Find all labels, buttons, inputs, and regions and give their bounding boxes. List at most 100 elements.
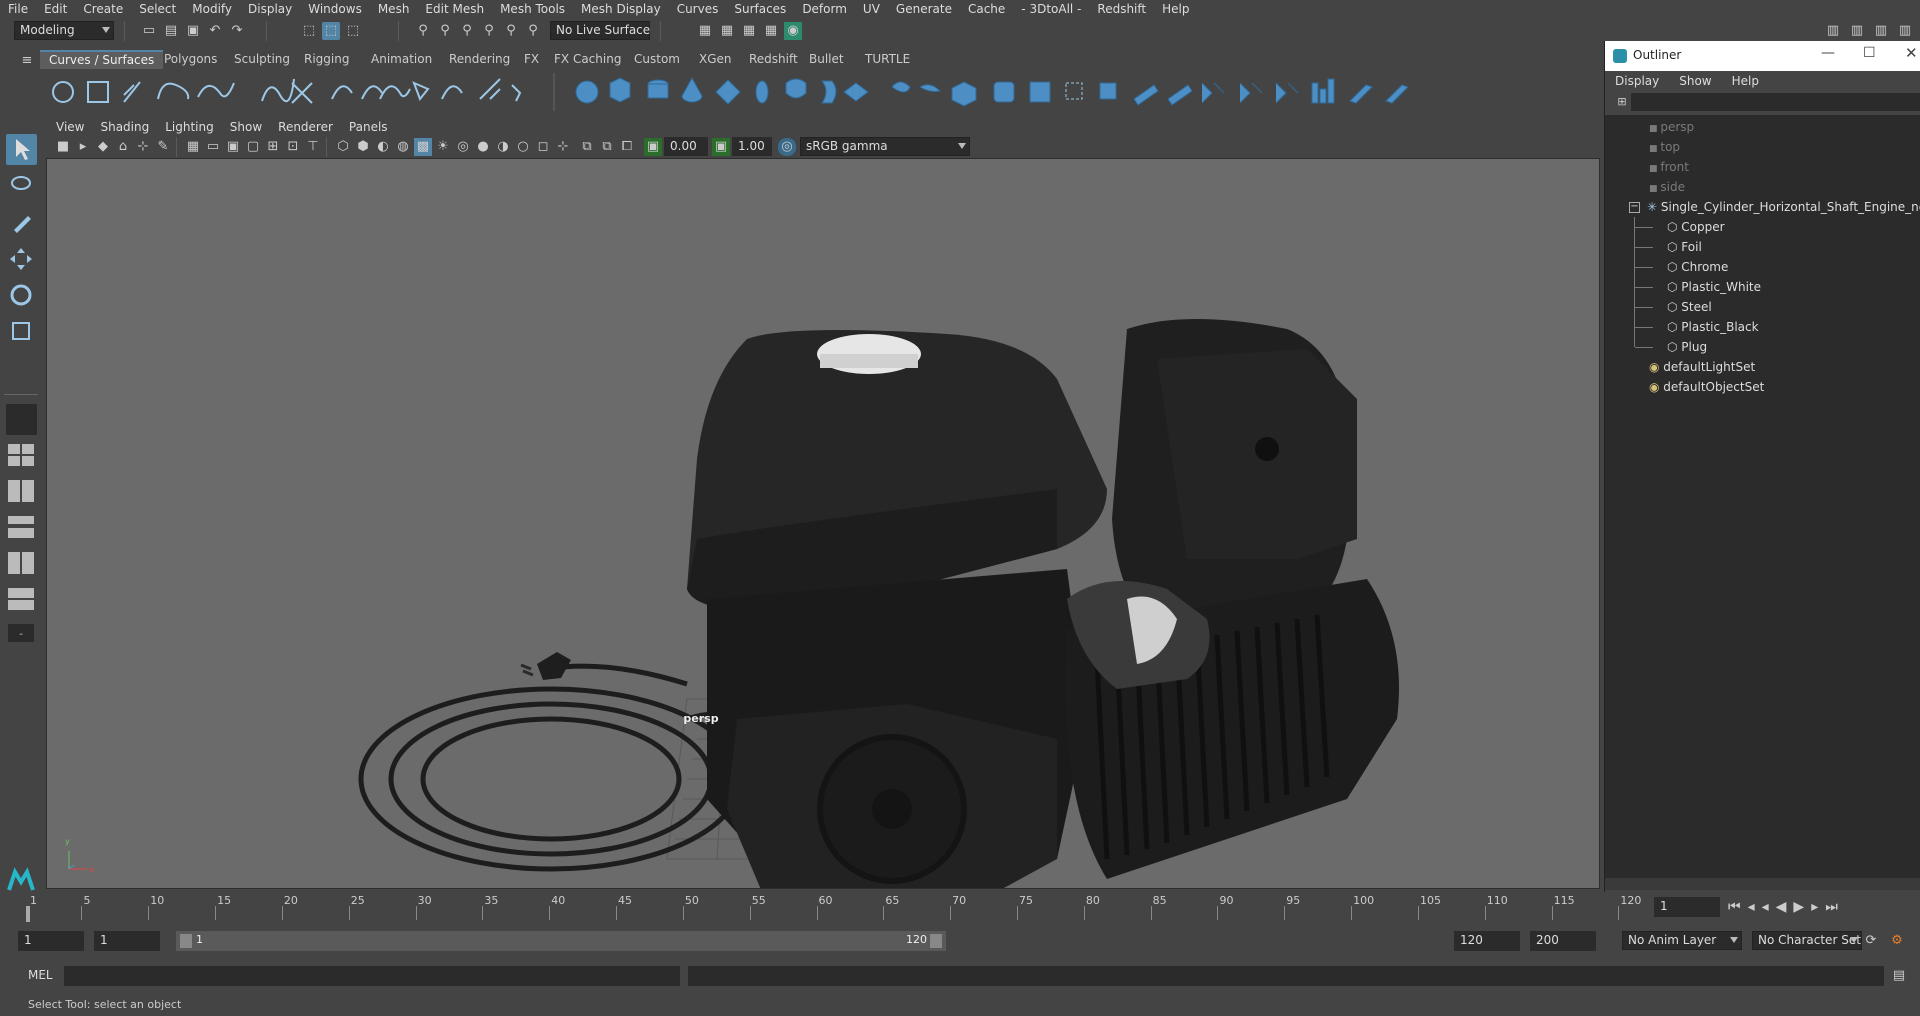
four-pane-layout[interactable]: [6, 440, 37, 471]
outliner-item-foil[interactable]: ⬡ Foil: [1667, 237, 1702, 257]
panel-menu-shading[interactable]: Shading: [92, 120, 157, 134]
xray-icon[interactable]: ◎: [454, 138, 472, 156]
ambient-occlusion-icon[interactable]: ●: [474, 138, 492, 156]
image-plane-icon[interactable]: ⌂: [114, 138, 132, 156]
scale-tool[interactable]: [6, 316, 37, 347]
outliner-menu-show[interactable]: Show: [1669, 74, 1721, 88]
live-surface-field[interactable]: No Live Surface: [550, 21, 650, 40]
gate-mask-icon[interactable]: ▢: [244, 138, 262, 156]
snap-projected-icon[interactable]: ⚲: [480, 22, 498, 40]
anim-layer-select[interactable]: No Anim Layer: [1622, 931, 1742, 950]
menu-mesh-display[interactable]: Mesh Display: [573, 2, 669, 16]
menu-create[interactable]: Create: [75, 2, 131, 16]
outliner-item-steel[interactable]: ⬡ Steel: [1667, 297, 1712, 317]
snap-view-plane-icon[interactable]: ⚲: [502, 22, 520, 40]
outliner-layout[interactable]: [6, 512, 37, 543]
menu-edit-mesh[interactable]: Edit Mesh: [417, 2, 492, 16]
motion-blur-icon[interactable]: ◑: [494, 138, 512, 156]
gamma-field[interactable]: 1.00: [732, 137, 772, 156]
range-slider-handle-end[interactable]: [930, 934, 942, 948]
wireframe-on-shaded-icon[interactable]: ◐: [374, 138, 392, 156]
layout-more-button[interactable]: -: [6, 618, 37, 649]
outliner-menu-help[interactable]: Help: [1722, 74, 1769, 88]
outliner-item-persp[interactable]: ■ persp: [1649, 117, 1694, 137]
safe-title-icon[interactable]: ⊤: [304, 138, 322, 156]
shelf-tab-turtle[interactable]: TURTLE: [856, 50, 919, 69]
character-set-select[interactable]: No Character Set: [1752, 931, 1862, 950]
menu-surfaces[interactable]: Surfaces: [726, 2, 794, 16]
outliner-item-root[interactable]: ✳ Single_Cylinder_Horizontal_Shaft_Engin…: [1647, 197, 1920, 217]
camera-select-icon[interactable]: ■: [54, 138, 72, 156]
menu-redshift[interactable]: Redshift: [1089, 2, 1154, 16]
select-component-icon[interactable]: ⬚: [344, 22, 362, 40]
auto-key-icon[interactable]: ⟳: [1862, 932, 1880, 950]
gamma-icon[interactable]: ▣: [712, 138, 730, 156]
panel-menu-renderer[interactable]: Renderer: [270, 120, 341, 134]
rotate-tool[interactable]: [6, 280, 37, 311]
two-pane-layout[interactable]: [6, 476, 37, 507]
move-tool[interactable]: [6, 244, 37, 275]
range-slider[interactable]: 1 120: [176, 931, 946, 951]
exposure-icon[interactable]: ▣: [644, 138, 662, 156]
shelf-tab-rendering[interactable]: Rendering: [440, 50, 519, 69]
playback-start-field[interactable]: 1: [94, 931, 160, 951]
2d-pan-zoom-icon[interactable]: ⊹: [134, 138, 152, 156]
safe-action-icon[interactable]: ⊡: [284, 138, 302, 156]
maximize-icon[interactable]: ☐: [1863, 45, 1876, 61]
outliner-item-defaultobjectset[interactable]: ◉ defaultObjectSet: [1649, 377, 1764, 397]
menu-display[interactable]: Display: [240, 2, 300, 16]
mode-selector[interactable]: Modeling: [14, 21, 114, 40]
shelf-tab-sculpting[interactable]: Sculpting: [225, 50, 299, 69]
outliner-item-plastic-black[interactable]: ⬡ Plastic_Black: [1667, 317, 1759, 337]
shelf-tab-animation[interactable]: Animation: [362, 50, 441, 69]
use-all-lights-icon[interactable]: ▩: [414, 138, 432, 156]
outliner-item-side[interactable]: ■ side: [1649, 177, 1685, 197]
menu-curves[interactable]: Curves: [669, 2, 727, 16]
lasso-tool[interactable]: [6, 170, 37, 201]
range-slider-handle-start[interactable]: [180, 934, 192, 948]
panel-menu-view[interactable]: View: [48, 120, 92, 134]
menu-edit[interactable]: Edit: [36, 2, 75, 16]
select-object-icon[interactable]: ⬚: [322, 22, 340, 40]
render-frame-icon[interactable]: ▦: [718, 22, 736, 40]
undo-icon[interactable]: ↶: [206, 22, 224, 40]
toggle-modeling-toolkit-icon[interactable]: ▥: [1848, 22, 1866, 40]
outliner-item-front[interactable]: ■ front: [1649, 157, 1689, 177]
menu-mesh[interactable]: Mesh: [370, 2, 418, 16]
ipr-render-icon[interactable]: ▦: [740, 22, 758, 40]
shadows-icon[interactable]: ☀: [434, 138, 452, 156]
outliner-horizontal-scrollbar[interactable]: [1605, 878, 1920, 890]
shelf-tab-custom[interactable]: Custom: [625, 50, 689, 69]
select-hierarchy-icon[interactable]: ⬚: [300, 22, 318, 40]
outliner-item-plug[interactable]: ⬡ Plug: [1667, 337, 1707, 357]
outliner-search-input[interactable]: [1631, 93, 1920, 111]
menu-select[interactable]: Select: [131, 2, 184, 16]
current-frame-field[interactable]: 1: [1654, 897, 1720, 917]
menu-generate[interactable]: Generate: [888, 2, 960, 16]
workspace-icon[interactable]: ▥: [1824, 22, 1842, 40]
select-tool[interactable]: [6, 134, 37, 165]
field-chart-icon[interactable]: ⊞: [264, 138, 282, 156]
shelf-tab-curves-surfaces[interactable]: Curves / Surfaces: [40, 50, 164, 69]
exposure-field[interactable]: 0.00: [664, 137, 708, 156]
paint-select-tool[interactable]: [6, 206, 37, 237]
menu-file[interactable]: File: [0, 2, 36, 16]
shelf-tab-polygons[interactable]: Polygons: [155, 50, 226, 69]
toggle-channel-box-icon[interactable]: ▥: [1896, 22, 1914, 40]
collapse-icon[interactable]: −: [1629, 202, 1640, 213]
toggle-attribute-editor-icon[interactable]: ▥: [1872, 22, 1890, 40]
time-slider[interactable]: 1 5 10 15 20 25 30 35 40 45 50 55 60 65 70 75 80 85 90 95 10…: [22, 892, 1642, 922]
playback-end-field[interactable]: 120: [1454, 931, 1520, 951]
command-input[interactable]: [64, 966, 680, 986]
xray-joints-icon[interactable]: ⧉: [578, 138, 596, 156]
script-language-toggle[interactable]: MEL: [28, 968, 53, 982]
render-settings-icon[interactable]: ▦: [762, 22, 780, 40]
graph-layout[interactable]: [6, 548, 37, 579]
shelf-tab-rigging[interactable]: Rigging: [295, 50, 358, 69]
shelf-tab-xgen[interactable]: XGen: [690, 50, 741, 69]
menu-windows[interactable]: Windows: [300, 2, 370, 16]
end-time-field[interactable]: 200: [1530, 931, 1596, 951]
new-scene-icon[interactable]: ▭: [140, 22, 158, 40]
outliner-item-copper[interactable]: ⬡ Copper: [1667, 217, 1725, 237]
snap-grid-icon[interactable]: ⚲: [414, 22, 432, 40]
